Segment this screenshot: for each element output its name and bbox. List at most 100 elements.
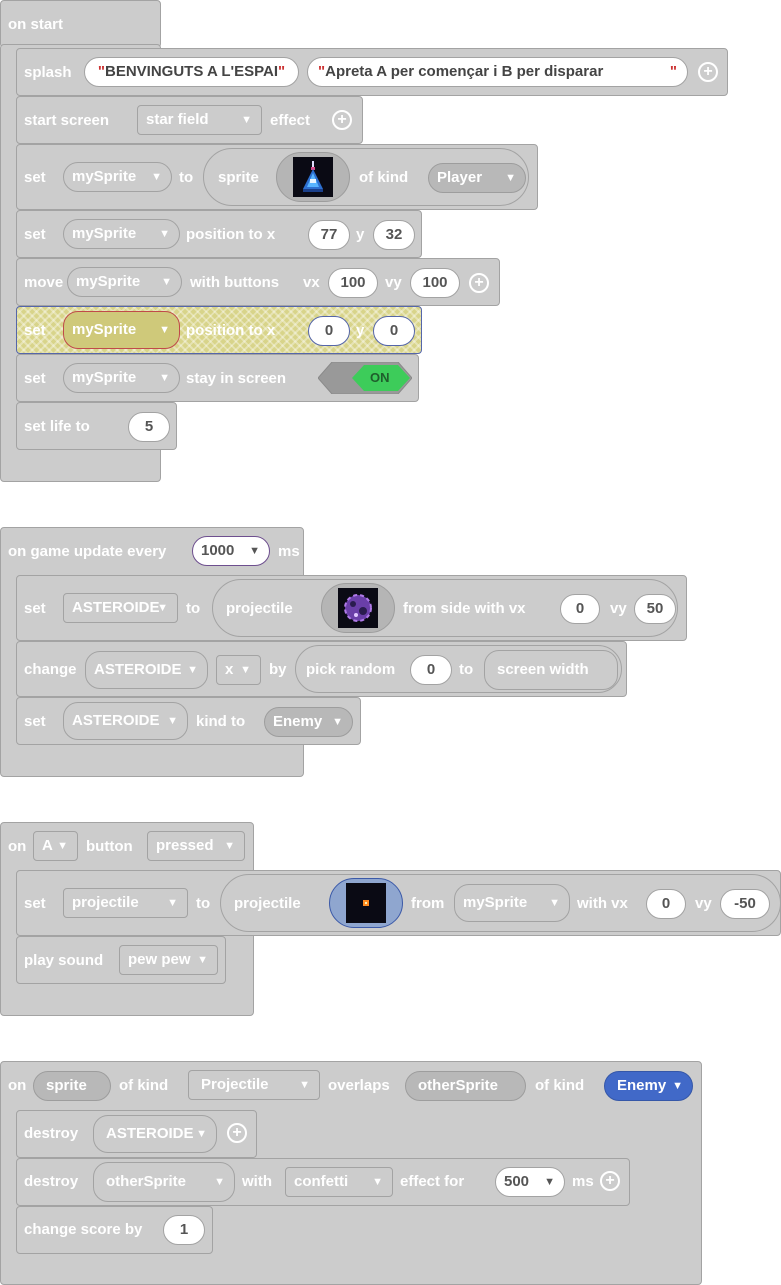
kind-dropdown[interactable]: Enemy ▼ xyxy=(264,707,353,737)
chevron-down-icon: ▼ xyxy=(672,1080,683,1092)
chevron-down-icon: ▼ xyxy=(159,372,170,384)
duration-dropdown[interactable]: 500 ▼ xyxy=(495,1167,565,1197)
with-vx-label: with vx xyxy=(577,895,628,912)
asteroid-sprite-image[interactable] xyxy=(321,583,395,633)
var-dropdown[interactable]: mySprite ▼ xyxy=(63,219,180,249)
chevron-down-icon: ▼ xyxy=(505,172,516,184)
y-label: y xyxy=(356,322,365,339)
vx-input[interactable]: 100 xyxy=(328,268,378,298)
kind1-dropdown[interactable]: Projectile ▼ xyxy=(188,1070,320,1100)
player-sprite-image[interactable] xyxy=(276,152,350,202)
chevron-down-icon: ▼ xyxy=(197,954,208,966)
chevron-down-icon: ▼ xyxy=(151,171,162,183)
effect-for-label: effect for xyxy=(400,1173,465,1190)
set-label: set xyxy=(24,226,46,243)
chevron-down-icon: ▼ xyxy=(57,840,68,852)
chevron-down-icon: ▼ xyxy=(157,602,168,614)
on-label: on xyxy=(8,1077,27,1094)
source-dropdown[interactable]: mySprite ▼ xyxy=(454,884,570,922)
asteroid-icon xyxy=(338,588,378,628)
projectile-label: projectile xyxy=(226,600,293,617)
splash-label: splash xyxy=(24,64,72,81)
set-label: set xyxy=(24,600,46,617)
stay-label: stay in screen xyxy=(186,370,287,387)
toggle-label: ON xyxy=(370,370,390,385)
sprite-label: sprite xyxy=(218,169,259,186)
chevron-down-icon: ▼ xyxy=(241,114,252,126)
life-input[interactable]: 5 xyxy=(128,412,170,442)
prop-dropdown[interactable]: x ▼ xyxy=(216,655,261,685)
set-label: set xyxy=(24,895,46,912)
destroy-label: destroy xyxy=(24,1125,79,1142)
chevron-down-icon: ▼ xyxy=(372,1176,383,1188)
change-label: change xyxy=(24,661,77,678)
vx-input[interactable]: 0 xyxy=(646,889,686,919)
position-label: position to x xyxy=(186,322,276,339)
splash-title-input[interactable]: "BENVINGUTS A L'ESPAI" xyxy=(84,57,299,87)
var-dropdown[interactable]: projectile ▼ xyxy=(63,888,188,918)
stay-toggle[interactable]: ON xyxy=(318,362,412,394)
var-dropdown[interactable]: ASTEROIDE ▼ xyxy=(63,593,178,623)
vy-input[interactable]: 100 xyxy=(410,268,460,298)
other-sprite-param[interactable]: otherSprite xyxy=(405,1071,526,1101)
to-label: to xyxy=(459,661,474,678)
splash-add-icon[interactable]: + xyxy=(698,62,718,82)
interval-dropdown[interactable]: 1000 ▼ xyxy=(192,536,270,566)
set-label: set xyxy=(24,370,46,387)
vy-label: vy xyxy=(385,274,402,291)
var-dropdown[interactable]: otherSprite ▼ xyxy=(93,1162,235,1202)
chevron-down-icon: ▼ xyxy=(240,664,251,676)
button-dropdown[interactable]: A ▼ xyxy=(33,831,78,861)
chevron-down-icon: ▼ xyxy=(167,897,178,909)
destroy-add-icon[interactable]: + xyxy=(227,1123,247,1143)
y-input[interactable]: 32 xyxy=(373,220,415,250)
var-dropdown[interactable]: ASTEROIDE ▼ xyxy=(85,651,208,689)
var-dropdown[interactable]: mySprite ▼ xyxy=(63,162,172,192)
vx-label: vx xyxy=(303,274,320,291)
min-input[interactable]: 0 xyxy=(410,655,452,685)
sound-dropdown[interactable]: pew pew ▼ xyxy=(119,945,218,975)
chevron-down-icon: ▼ xyxy=(214,1176,225,1188)
move-add-icon[interactable]: + xyxy=(469,273,489,293)
y-input[interactable]: 0 xyxy=(373,316,415,346)
sprite-param[interactable]: sprite xyxy=(33,1071,111,1101)
position-label: position to x xyxy=(186,226,276,243)
kind2-dropdown[interactable]: Enemy ▼ xyxy=(604,1071,693,1101)
to-label: to xyxy=(196,895,211,912)
effect-dropdown[interactable]: confetti ▼ xyxy=(285,1167,393,1197)
projectile-label: projectile xyxy=(234,895,301,912)
screen-width-reporter[interactable]: screen width xyxy=(484,650,618,690)
kind-dropdown[interactable]: Player ▼ xyxy=(428,163,526,193)
update-label: on game update every xyxy=(8,543,167,560)
effect-add-icon[interactable]: + xyxy=(332,110,352,130)
var-dropdown[interactable]: ASTEROIDE ▼ xyxy=(93,1115,217,1153)
var-dropdown[interactable]: mySprite ▼ xyxy=(63,311,180,349)
to-label: to xyxy=(186,600,201,617)
vy-input[interactable]: 50 xyxy=(634,594,676,624)
var-dropdown[interactable]: mySprite ▼ xyxy=(67,267,182,297)
chevron-down-icon: ▼ xyxy=(249,545,260,557)
move-label: move xyxy=(24,274,64,291)
splash-subtitle-input[interactable]: "Apreta A per començar i B per disparar " xyxy=(307,57,688,87)
chevron-down-icon: ▼ xyxy=(549,897,560,909)
event-dropdown[interactable]: pressed ▼ xyxy=(147,831,245,861)
score-input[interactable]: 1 xyxy=(163,1215,205,1245)
x-input[interactable]: 77 xyxy=(308,220,350,250)
bullet-sprite-image[interactable] xyxy=(329,878,403,928)
x-input[interactable]: 0 xyxy=(308,316,350,346)
chevron-down-icon: ▼ xyxy=(196,1128,207,1140)
chevron-down-icon: ▼ xyxy=(161,276,172,288)
effect-dropdown[interactable]: star field ▼ xyxy=(137,105,262,135)
vx-input[interactable]: 0 xyxy=(560,594,600,624)
vy-input[interactable]: -50 xyxy=(720,889,770,919)
var-dropdown[interactable]: ASTEROIDE ▼ xyxy=(63,702,188,740)
set-label: set xyxy=(24,169,46,186)
effect-add-icon[interactable]: + xyxy=(600,1171,620,1191)
var-dropdown[interactable]: mySprite ▼ xyxy=(63,363,180,393)
pick-random-label: pick random xyxy=(306,661,396,678)
chevron-down-icon: ▼ xyxy=(299,1079,310,1091)
with-buttons-label: with buttons xyxy=(190,274,280,291)
chevron-down-icon: ▼ xyxy=(159,324,170,336)
with-label: with xyxy=(242,1173,272,1190)
start-screen-label: start screen xyxy=(24,112,110,129)
